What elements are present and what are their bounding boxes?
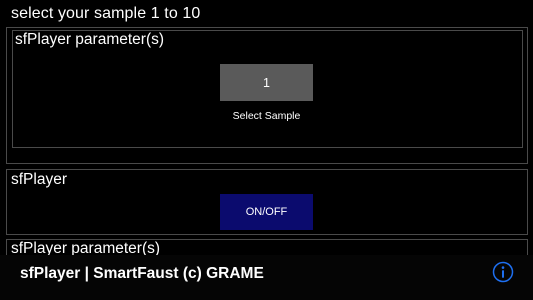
select-sample-button[interactable]: 1 [220,64,313,101]
select-sample-caption: Select Sample [232,110,301,122]
section-label-sfplayer-parameters: sfPlayer parameter(s) [15,31,165,48]
on-off-button[interactable]: ON/OFF [220,194,313,230]
page-title: select your sample 1 to 10 [11,5,201,22]
section-label-sfplayer: sfPlayer [11,171,67,188]
info-icon[interactable] [492,261,514,283]
on-off-label: ON/OFF [245,206,288,218]
footer-credits: sfPlayer | SmartFaust (c) GRAME [20,265,264,282]
select-sample-value: 1 [263,75,270,90]
